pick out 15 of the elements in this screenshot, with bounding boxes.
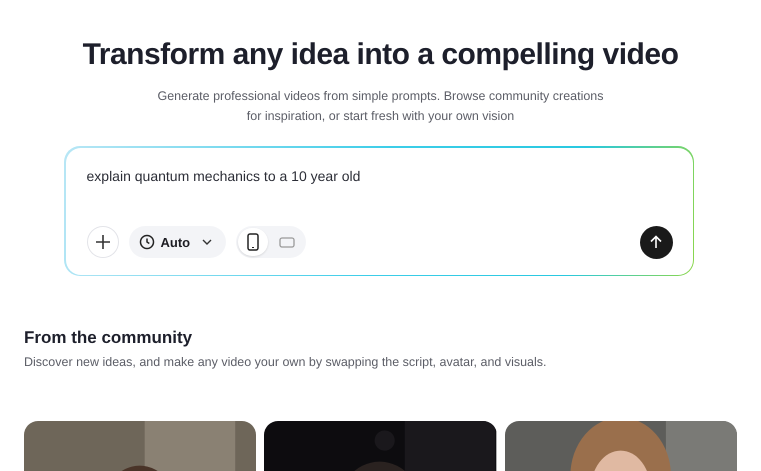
page-title: Transform any idea into a compelling video: [82, 38, 678, 72]
landscape-icon: [279, 236, 296, 248]
chevron-icon: [202, 239, 212, 245]
arrow-up-icon: [650, 235, 662, 249]
section-title: From the community: [24, 328, 194, 348]
send-button[interactable]: [640, 226, 672, 258]
orientation-toggle[interactable]: [238, 228, 268, 256]
clock-icon: [138, 234, 154, 250]
phone-icon: [247, 233, 260, 251]
page-subtitle: Generate professional videos from simple prompts. Browse community creations for inspiration, or start fresh with your own vision: [156, 88, 604, 125]
section-description: Discover new ideas, and make any video your own by swapping the script, avatar, and visuals.: [24, 355, 548, 369]
add-button[interactable]: [86, 226, 118, 258]
plus-icon: [94, 234, 110, 250]
duration-dropdown[interactable]: Auto: [128, 226, 226, 258]
prompt-input[interactable]: explain quantum mechanics to a 10 year old: [86, 168, 672, 184]
